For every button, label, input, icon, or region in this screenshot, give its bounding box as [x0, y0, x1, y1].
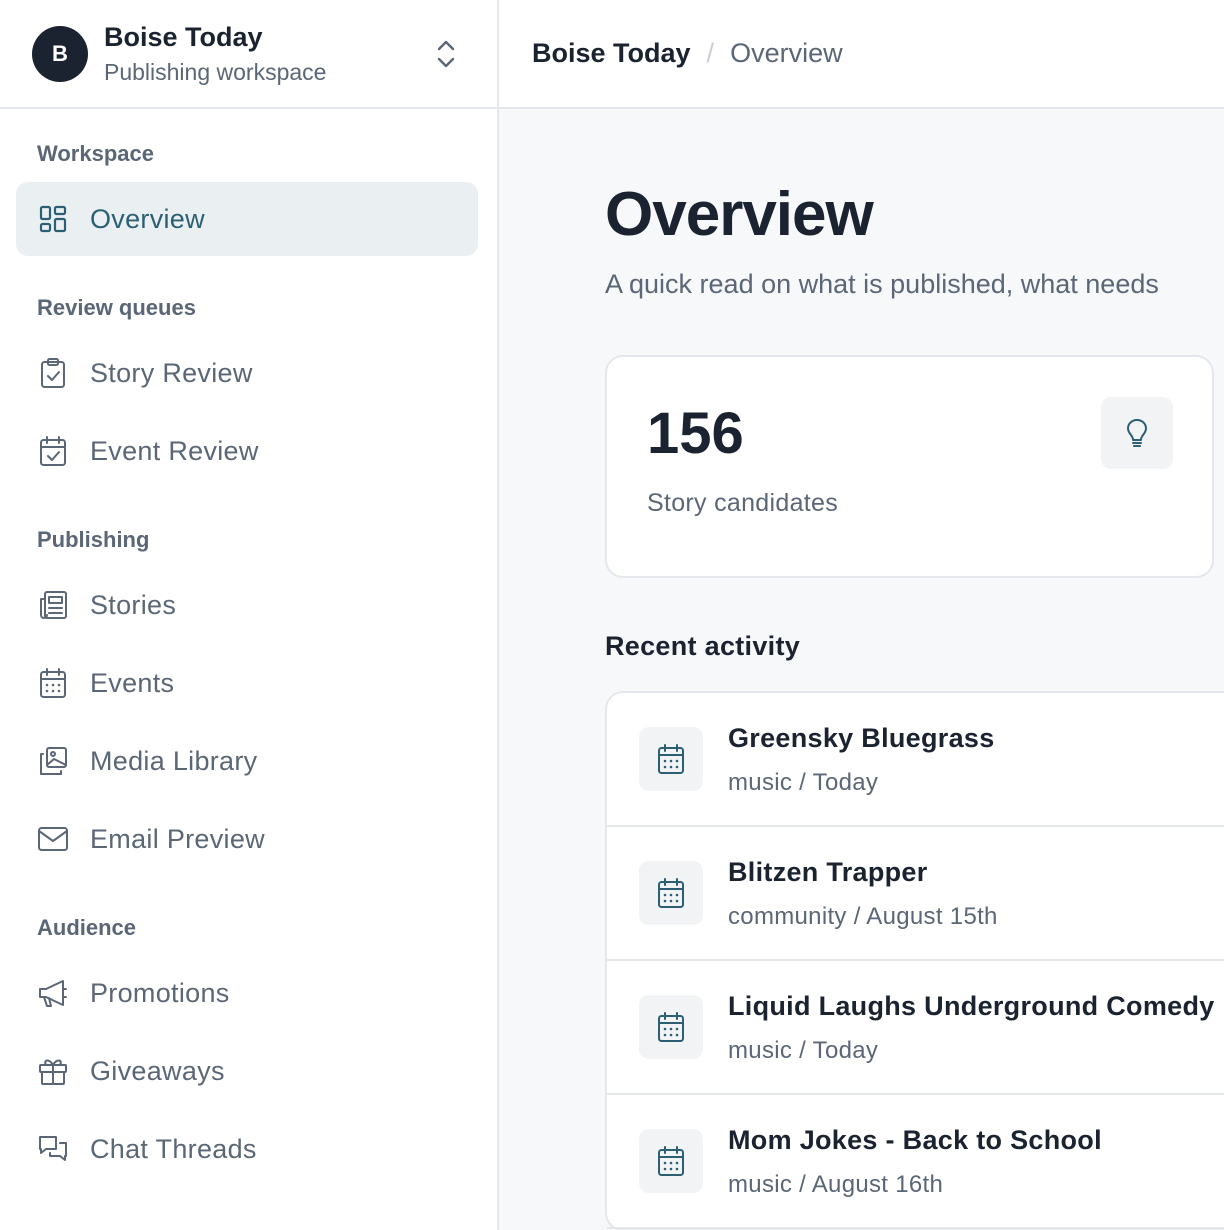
images-icon [36, 744, 70, 778]
sidebar-item-label: Giveaways [90, 1055, 225, 1086]
sidebar-item-story-review[interactable]: Story Review [16, 336, 478, 410]
calendar-icon [639, 1129, 703, 1193]
activity-meta: community / August 15th [728, 903, 998, 930]
recent-activity-list: Greensky Bluegrass music / Today Blitzen… [605, 691, 1224, 1230]
grid-icon [36, 202, 70, 236]
workspace-subtitle: Publishing workspace [104, 58, 327, 85]
breadcrumb-root[interactable]: Boise Today [532, 38, 691, 69]
sidebar-item-event-review[interactable]: Event Review [16, 414, 478, 488]
activity-title: Blitzen Trapper [728, 857, 928, 887]
calendar-icon [639, 727, 703, 791]
stat-label: Story candidates [647, 489, 839, 517]
sidebar-item-label: Overview [90, 203, 205, 234]
page-subtitle: A quick read on what is published, what … [605, 269, 1159, 299]
workspace-text: Boise Today Publishing workspace [104, 20, 326, 88]
calendar-icon [639, 861, 703, 925]
topbar: Boise Today / Overview [499, 0, 1224, 109]
sidebar-item-label: Promotions [90, 977, 230, 1008]
sidebar-item-label: Stories [90, 589, 177, 620]
activity-meta: music / August 16th [728, 1171, 944, 1198]
workspace-avatar: B [32, 25, 88, 82]
calendar-icon [639, 995, 703, 1059]
sidebar-item-events[interactable]: Events [16, 646, 478, 720]
breadcrumb-separator: / [706, 38, 715, 68]
activity-item[interactable]: Liquid Laughs Underground Comedy music /… [607, 961, 1224, 1095]
activity-item[interactable]: Blitzen Trapper community / August 15th [607, 827, 1224, 961]
newspaper-icon [36, 588, 70, 622]
nav-section-audience: Audience [37, 915, 137, 940]
chat-bubbles-icon [36, 1132, 70, 1166]
breadcrumb-current: Overview [730, 38, 843, 68]
activity-meta: music / Today [728, 769, 879, 796]
sidebar-item-chat-threads[interactable]: Chat Threads [16, 1112, 478, 1186]
calendar-check-icon [36, 434, 70, 468]
calendar-icon [36, 666, 70, 700]
sidebar-item-promotions[interactable]: Promotions [16, 956, 478, 1030]
stat-card-story-candidates[interactable]: 156 Story candidates [605, 355, 1214, 578]
sidebar-item-label: Chat Threads [90, 1133, 257, 1164]
gift-icon [36, 1054, 70, 1088]
sidebar-item-stories[interactable]: Stories [16, 568, 478, 642]
main-content: Overview A quick read on what is publish… [499, 109, 1224, 1230]
activity-item[interactable]: Mom Jokes - Back to School music / Augus… [607, 1095, 1224, 1229]
activity-title: Liquid Laughs Underground Comedy [728, 991, 1215, 1021]
sidebar-item-label: Event Review [90, 435, 259, 466]
lightbulb-icon [1101, 397, 1173, 469]
recent-activity-heading: Recent activity [605, 631, 801, 661]
stat-value: 156 [647, 401, 744, 466]
chevron-up-down-icon[interactable] [434, 38, 458, 70]
sidebar-item-email-preview[interactable]: Email Preview [16, 802, 478, 876]
activity-title: Mom Jokes - Back to School [728, 1125, 1102, 1155]
activity-title: Greensky Bluegrass [728, 723, 995, 753]
activity-meta: music / Today [728, 1037, 879, 1064]
nav-section-workspace: Workspace [37, 141, 154, 166]
page-title: Overview [605, 180, 874, 249]
workspace-name: Boise Today [104, 21, 263, 52]
sidebar-item-media-library[interactable]: Media Library [16, 724, 478, 798]
sidebar-item-label: Email Preview [90, 823, 265, 854]
sidebar-item-label: Media Library [90, 745, 258, 776]
clipboard-check-icon [36, 356, 70, 390]
nav-section-review-queues: Review queues [37, 295, 196, 320]
workspace-switcher[interactable]: B Boise Today Publishing workspace [0, 0, 497, 109]
sidebar-item-overview[interactable]: Overview [16, 182, 478, 256]
sidebar: B Boise Today Publishing workspace Works… [0, 0, 499, 1230]
mail-icon [36, 822, 70, 856]
activity-item[interactable]: Greensky Bluegrass music / Today [607, 693, 1224, 827]
breadcrumb: Boise Today / Overview [532, 38, 843, 69]
sidebar-item-label: Story Review [90, 357, 253, 388]
sidebar-item-label: Events [90, 667, 175, 698]
nav-section-publishing: Publishing [37, 527, 150, 552]
megaphone-icon [36, 976, 70, 1010]
sidebar-item-giveaways[interactable]: Giveaways [16, 1034, 478, 1108]
